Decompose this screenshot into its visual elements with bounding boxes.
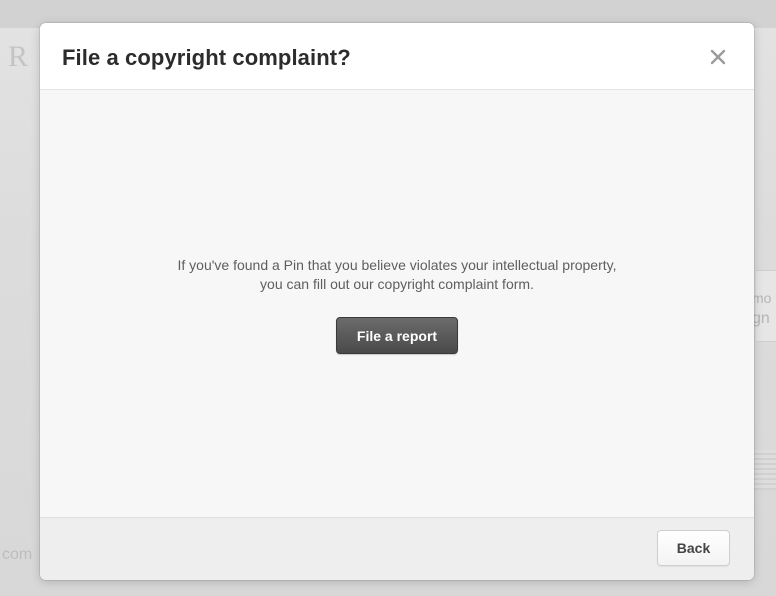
modal-footer: Back	[40, 517, 754, 580]
copyright-complaint-modal: File a copyright complaint? If you've fo…	[40, 23, 754, 580]
modal-header: File a copyright complaint?	[40, 23, 754, 90]
background-logo-fragment: R	[8, 40, 29, 73]
close-button[interactable]	[708, 47, 728, 67]
background-text-fragment: com	[2, 546, 33, 563]
description-line: you can fill out our copyright complaint…	[260, 276, 534, 292]
description-line: If you've found a Pin that you believe v…	[177, 257, 617, 273]
file-report-button[interactable]: File a report	[336, 317, 458, 354]
background-text-fragment: mo	[752, 290, 772, 306]
modal-body: If you've found a Pin that you believe v…	[40, 90, 754, 518]
background-card	[756, 270, 776, 342]
modal-title: File a copyright complaint?	[62, 45, 351, 70]
background-text-fragment: gn	[752, 310, 770, 327]
back-button[interactable]: Back	[657, 530, 730, 566]
close-icon	[710, 49, 726, 65]
modal-description: If you've found a Pin that you believe v…	[40, 256, 754, 294]
